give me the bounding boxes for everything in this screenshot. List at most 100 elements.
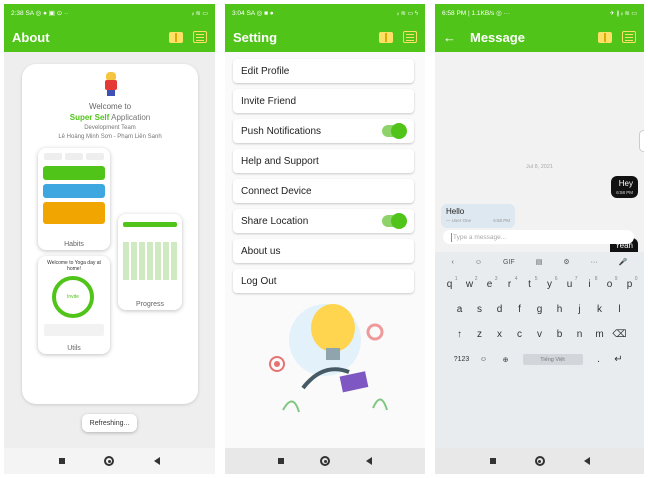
globe-icon[interactable]: ⊕: [495, 356, 517, 364]
app-bar: Setting: [225, 22, 425, 52]
about-body: Welcome to Super Self Application Develo…: [4, 52, 215, 474]
key-p[interactable]: p0: [620, 276, 640, 290]
more-icon[interactable]: ···: [591, 259, 598, 266]
status-bar: 6:58 PM | 1.1KB/s ◎ ··· ✈ ∦ ᵢₗ ≋ ▭: [435, 4, 644, 22]
list-icon[interactable]: [622, 31, 636, 43]
collapse-icon[interactable]: ‹: [452, 259, 454, 266]
recents-button[interactable]: [489, 458, 496, 464]
message-input[interactable]: Type a message...: [443, 230, 634, 244]
mic-icon[interactable]: 🎤: [619, 258, 628, 266]
emoji-key[interactable]: ☺: [473, 356, 495, 363]
key-hint: 5: [534, 276, 538, 282]
back-button[interactable]: [366, 457, 372, 465]
utils-ring: Invite: [52, 276, 94, 318]
key-a[interactable]: a: [450, 304, 470, 315]
back-button[interactable]: [583, 457, 590, 465]
key-q[interactable]: q1: [440, 276, 460, 290]
key-u[interactable]: u7: [560, 276, 580, 290]
key-↑[interactable]: ↑: [450, 329, 470, 340]
app-name: Super Self Application: [69, 113, 151, 122]
key-y[interactable]: y6: [540, 276, 560, 290]
key-⌫[interactable]: ⌫: [610, 329, 630, 340]
keyboard-row-3: ↑ z x c v b n m ⌫: [435, 322, 644, 347]
settings-list: Edit Profile Invite Friend Push Notifica…: [225, 52, 425, 448]
share-location-toggle[interactable]: [382, 213, 407, 229]
key-d[interactable]: d: [490, 304, 510, 315]
key-t[interactable]: t5: [520, 276, 540, 290]
status-bar: 3:04 SA ◎ ■ ● ᵢₗ ≋ ▭ ϟ: [225, 4, 425, 22]
clipboard-icon[interactable]: ▤: [536, 258, 543, 266]
back-arrow-icon[interactable]: ←: [443, 30, 456, 45]
key-c[interactable]: c: [510, 329, 530, 340]
key-m[interactable]: m: [590, 329, 610, 340]
setting-about-us[interactable]: About us: [233, 239, 414, 263]
idea-illustration: [269, 304, 388, 413]
home-button[interactable]: [320, 456, 330, 466]
key-hint: 9: [614, 276, 618, 282]
key-o[interactable]: o9: [600, 276, 620, 290]
key-g[interactable]: g: [530, 304, 550, 315]
key-j[interactable]: j: [570, 304, 590, 315]
page-title: About: [12, 29, 50, 45]
habits-screenshot: Habits: [38, 148, 110, 250]
period-key[interactable]: .: [589, 354, 609, 365]
key-s[interactable]: s: [470, 304, 490, 315]
space-bar[interactable]: Tiếng Việt: [522, 354, 583, 365]
about-screen: 2:38 SA ◎ ● ▣ ⊙ ·· ᵢₗ ≋ ▭ About Welcome …: [4, 4, 215, 474]
setting-share-location[interactable]: Share Location: [233, 209, 414, 233]
list-icon[interactable]: [403, 31, 417, 43]
setting-connect-device[interactable]: Connect Device: [233, 179, 414, 203]
symbols-key[interactable]: ?123: [451, 356, 473, 363]
chat-area: Jul 8, 2021 Hey 6:58 PM Hello — User One…: [435, 52, 644, 278]
key-r[interactable]: r4: [500, 276, 520, 290]
key-l[interactable]: l: [610, 304, 630, 315]
key-v[interactable]: v: [530, 329, 550, 340]
enter-key[interactable]: ↵: [609, 354, 629, 365]
app-bar: About: [4, 22, 215, 52]
soft-keyboard: ‹ ☺ GIF ▤ ⚙ ··· 🎤 q1w2e3r4t5y6u7i8o9p0 a…: [435, 252, 644, 448]
message-screen: 6:58 PM | 1.1KB/s ◎ ··· ✈ ∦ ᵢₗ ≋ ▭ ← Mes…: [435, 4, 644, 474]
setting-edit-profile[interactable]: Edit Profile: [233, 59, 414, 83]
book-icon[interactable]: [379, 31, 393, 43]
key-i[interactable]: i8: [580, 276, 600, 290]
key-hint: 3: [494, 276, 498, 282]
key-hint: 0: [634, 276, 638, 282]
side-handle[interactable]: [639, 130, 644, 152]
status-time: 6:58 PM | 1.1KB/s ◎ ···: [442, 10, 511, 17]
setting-invite-friend[interactable]: Invite Friend: [233, 89, 414, 113]
book-icon[interactable]: [598, 31, 612, 43]
back-button[interactable]: [154, 457, 161, 465]
status-time: 2:38 SA ◎ ● ▣ ⊙ ··: [11, 10, 69, 17]
home-button[interactable]: [104, 456, 115, 466]
book-icon[interactable]: [169, 31, 183, 43]
status-right-icons: ᵢₗ ≋ ▭ ϟ: [397, 10, 418, 17]
settings-screen: 3:04 SA ◎ ■ ● ᵢₗ ≋ ▭ ϟ Setting Edit Prof…: [225, 4, 425, 474]
system-nav-bar: [4, 448, 215, 474]
setting-help-support[interactable]: Help and Support: [233, 149, 414, 173]
gif-button[interactable]: GIF: [503, 259, 515, 266]
setting-push-notifications[interactable]: Push Notifications: [233, 119, 414, 143]
key-f[interactable]: f: [510, 304, 530, 315]
key-b[interactable]: b: [550, 329, 570, 340]
utils-screenshot: Welcome to Yoga day at home! Invite Util…: [38, 256, 110, 354]
key-z[interactable]: z: [470, 329, 490, 340]
recents-button[interactable]: [58, 458, 65, 464]
dev-team-label: Development Team: [84, 125, 136, 131]
habits-caption: Habits: [64, 241, 84, 248]
key-k[interactable]: k: [590, 304, 610, 315]
settings-icon[interactable]: ⚙: [563, 258, 569, 266]
setting-log-out[interactable]: Log Out: [233, 269, 414, 293]
welcome-text: Welcome to: [88, 102, 132, 111]
system-nav-bar: [225, 448, 425, 474]
list-icon[interactable]: [193, 31, 207, 43]
key-w[interactable]: w2: [460, 276, 480, 290]
page-title: Setting: [233, 29, 278, 45]
push-notifications-toggle[interactable]: [382, 123, 407, 139]
sticker-icon[interactable]: ☺: [475, 259, 482, 266]
key-n[interactable]: n: [570, 329, 590, 340]
home-button[interactable]: [534, 456, 545, 466]
key-e[interactable]: e3: [480, 276, 500, 290]
recents-button[interactable]: [278, 458, 284, 464]
key-h[interactable]: h: [550, 304, 570, 315]
key-x[interactable]: x: [490, 329, 510, 340]
